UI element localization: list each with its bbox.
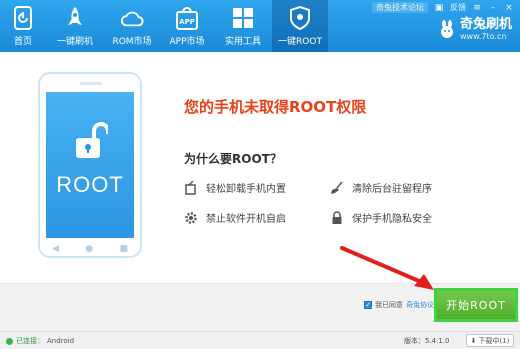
nav-root-label: 一键ROOT xyxy=(278,37,322,47)
feature-clean-background-label: 清除后台驻留程序 xyxy=(352,184,432,195)
shield-icon xyxy=(288,6,312,30)
annotation-arrow-icon xyxy=(340,246,434,290)
recent-key-icon: ■ xyxy=(119,244,128,254)
nav-flash[interactable]: 一键刷机 xyxy=(46,0,104,52)
phone-speaker xyxy=(80,82,102,85)
connection-status: 已连接： Android xyxy=(6,336,74,346)
nav-root[interactable]: 一键ROOT xyxy=(272,0,328,52)
uninstall-icon xyxy=(184,180,198,195)
unlocked-padlock-icon xyxy=(74,122,110,165)
back-key-icon: ◀ xyxy=(52,244,59,254)
nav-home-label: 首页 xyxy=(13,37,32,47)
feature-clean-background: 清除后台驻留程序 xyxy=(330,180,432,195)
phone-root-text: ROOT xyxy=(56,172,124,197)
svg-text:APP: APP xyxy=(179,18,195,26)
nav-rom-market-label: ROM市场 xyxy=(112,37,152,47)
feature-uninstall-label: 轻松卸载手机内置 xyxy=(206,184,286,195)
window-controls: 奇兔技术论坛 ▣ 反馈 ≡ – × xyxy=(372,2,514,13)
nav-flash-label: 一键刷机 xyxy=(56,37,93,47)
connection-label: 已连接： xyxy=(16,337,44,345)
nav-app-market[interactable]: APP APP市场 xyxy=(160,0,214,52)
connected-dot-icon xyxy=(6,337,13,345)
nav-home[interactable]: 首页 xyxy=(0,0,46,52)
feature-privacy: 保护手机隐私安全 xyxy=(330,210,432,225)
home-key-icon: ● xyxy=(85,244,94,254)
grid-icon xyxy=(231,6,255,30)
gear-icon xyxy=(184,211,198,225)
forum-link[interactable]: 奇兔技术论坛 xyxy=(372,2,428,13)
feedback-link[interactable]: 反馈 xyxy=(450,2,466,13)
feature-disable-autostart-label: 禁止软件开机自启 xyxy=(206,214,286,225)
nav-tools[interactable]: 实用工具 xyxy=(214,0,272,52)
feature-uninstall: 轻松卸载手机内置 xyxy=(184,180,286,195)
main-nav: 首页 一键刷机 ROM市场 APP APP市场 实用工具 一键ROOT xyxy=(0,0,328,52)
brand-name: 奇兔刷机 xyxy=(459,17,512,32)
app-bag-icon: APP xyxy=(175,6,199,30)
brand-logo: 奇兔刷机 www.7to.cn xyxy=(438,18,512,42)
feature-privacy-label: 保护手机隐私安全 xyxy=(352,214,432,225)
feature-disable-autostart: 禁止软件开机自启 xyxy=(184,210,286,225)
nav-tools-label: 实用工具 xyxy=(224,37,261,47)
brand-url: www.7to.cn xyxy=(459,32,507,41)
cloud-icon xyxy=(120,6,144,30)
menu-icon[interactable]: ≡ xyxy=(472,3,482,13)
download-button[interactable]: ⬇ 下载中(1) xyxy=(466,334,514,347)
phone-screen: ROOT xyxy=(46,92,134,238)
version-number: 5.4.1.0 xyxy=(425,337,450,345)
download-label: 下载中(1) xyxy=(478,336,510,345)
version-info: 版本：5.4.1.0 xyxy=(404,336,450,346)
device-name: Android xyxy=(47,337,75,345)
home-icon xyxy=(11,6,35,30)
lock-icon xyxy=(330,210,344,225)
phone-illustration: ROOT ◀ ● ■ xyxy=(38,72,142,258)
phone-softkeys: ◀ ● ■ xyxy=(52,244,128,254)
why-root-heading: 为什么要ROOT？ xyxy=(184,152,282,166)
download-icon: ⬇ xyxy=(470,336,477,345)
close-icon[interactable]: × xyxy=(504,3,514,13)
nav-app-market-label: APP市场 xyxy=(169,37,205,47)
top-toolbar: 首页 一键刷机 ROM市场 APP APP市场 实用工具 一键ROOT 奇兔技术… xyxy=(0,0,520,52)
nav-rom-market[interactable]: ROM市场 xyxy=(104,0,160,52)
status-bar: 已连接： Android 版本：5.4.1.0 ⬇ 下载中(1) xyxy=(0,331,520,349)
version-label: 版本： xyxy=(404,337,425,345)
broom-icon xyxy=(330,181,344,195)
rabbit-logo-icon xyxy=(438,19,456,41)
skin-icon[interactable]: ▣ xyxy=(434,3,444,13)
minimize-icon[interactable]: – xyxy=(488,3,498,13)
root-status-headline: 您的手机未取得ROOT权限 xyxy=(184,98,367,116)
rocket-icon xyxy=(63,6,87,30)
